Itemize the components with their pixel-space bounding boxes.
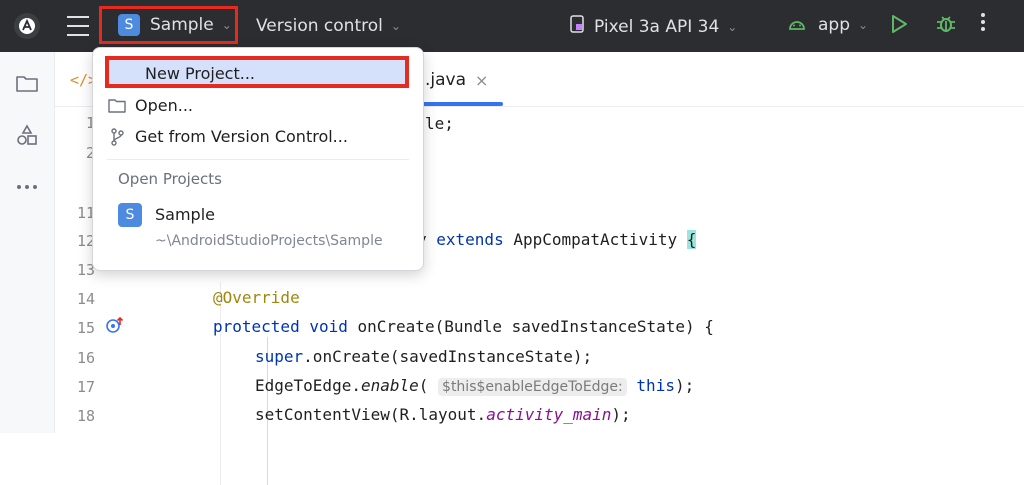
code-line-16: super.onCreate(savedInstanceState); (255, 347, 593, 366)
code-line-15: protected void onCreate(Bundle savedInst… (213, 317, 714, 336)
open-projects-header: Open Projects (118, 170, 222, 188)
main-toolbar: S Sample ⌄ Version control ⌄ Pixel 3a AP… (0, 0, 1024, 52)
code-line-14: @Override (213, 288, 300, 307)
version-control-label: Version control (256, 16, 383, 36)
tab-main-activity[interactable]: .java (425, 70, 466, 90)
folder-icon (107, 98, 127, 113)
run-config-label: app (818, 15, 850, 35)
line-number: 1 (85, 114, 95, 132)
chevron-down-icon: ⌄ (858, 18, 869, 32)
run-icon[interactable] (890, 14, 908, 34)
chevron-down-icon: ⌄ (221, 18, 232, 32)
version-control-button[interactable]: Version control ⌄ (256, 16, 401, 36)
recent-project-path: ~\AndroidStudioProjects\Sample (155, 233, 383, 249)
line-number: 12 (76, 232, 95, 250)
line-number: 13 (76, 261, 95, 279)
override-marker-icon[interactable] (105, 316, 125, 338)
device-selector-button[interactable]: Pixel 3a API 34 ⌄ (570, 15, 737, 38)
branch-icon (107, 127, 127, 146)
active-tab-indicator (415, 102, 503, 106)
code-line-1: le; (425, 114, 454, 133)
code-line-18: setContentView(R.layout.activity_main); (255, 405, 631, 424)
code-line-17: EdgeToEdge.enable( $this$enableEdgeToEdg… (255, 376, 695, 396)
debug-icon[interactable] (936, 14, 956, 34)
more-icon[interactable] (14, 174, 40, 200)
close-icon[interactable]: × (475, 71, 488, 90)
run-config-selector[interactable]: app ⌄ (788, 15, 868, 35)
line-number: 11 (76, 204, 95, 222)
get-from-vcs-menu-item[interactable]: Get from Version Control... (107, 127, 348, 146)
folder-icon[interactable] (14, 70, 40, 96)
chevron-down-icon: ⌄ (390, 19, 401, 33)
tool-window-sidebar (0, 52, 55, 433)
chevron-down-icon: ⌄ (727, 19, 738, 34)
project-dropdown-menu: New Project... Open... Get from Version … (92, 47, 424, 271)
main-menu-button[interactable] (66, 14, 90, 38)
line-number: 18 (76, 407, 95, 425)
android-studio-logo-icon[interactable] (14, 13, 40, 39)
recent-project-badge: S (118, 203, 142, 227)
device-label: Pixel 3a API 34 (594, 16, 720, 37)
code-line-12: y extends AppCompatActivity { (417, 230, 697, 249)
more-vertical-icon[interactable] (980, 12, 986, 32)
parameter-hint: $this$enableEdgeToEdge: (438, 378, 627, 396)
line-number: 16 (76, 349, 95, 367)
project-selector-button[interactable]: S Sample ⌄ (99, 6, 238, 44)
project-name: Sample (150, 15, 214, 35)
new-project-menu-item[interactable]: New Project... (105, 56, 409, 88)
line-number: 15 (76, 319, 95, 337)
line-number: 2 (85, 144, 95, 162)
resource-manager-icon[interactable] (14, 122, 40, 148)
line-number: 14 (76, 290, 95, 308)
line-number: 17 (76, 378, 95, 396)
android-icon (788, 15, 806, 35)
gutter-divider (220, 282, 221, 485)
open-menu-item[interactable]: Open... (107, 96, 193, 115)
device-icon (570, 15, 584, 38)
project-badge: S (118, 14, 140, 36)
menu-separator (107, 159, 409, 160)
recent-project-name[interactable]: Sample (155, 205, 215, 224)
